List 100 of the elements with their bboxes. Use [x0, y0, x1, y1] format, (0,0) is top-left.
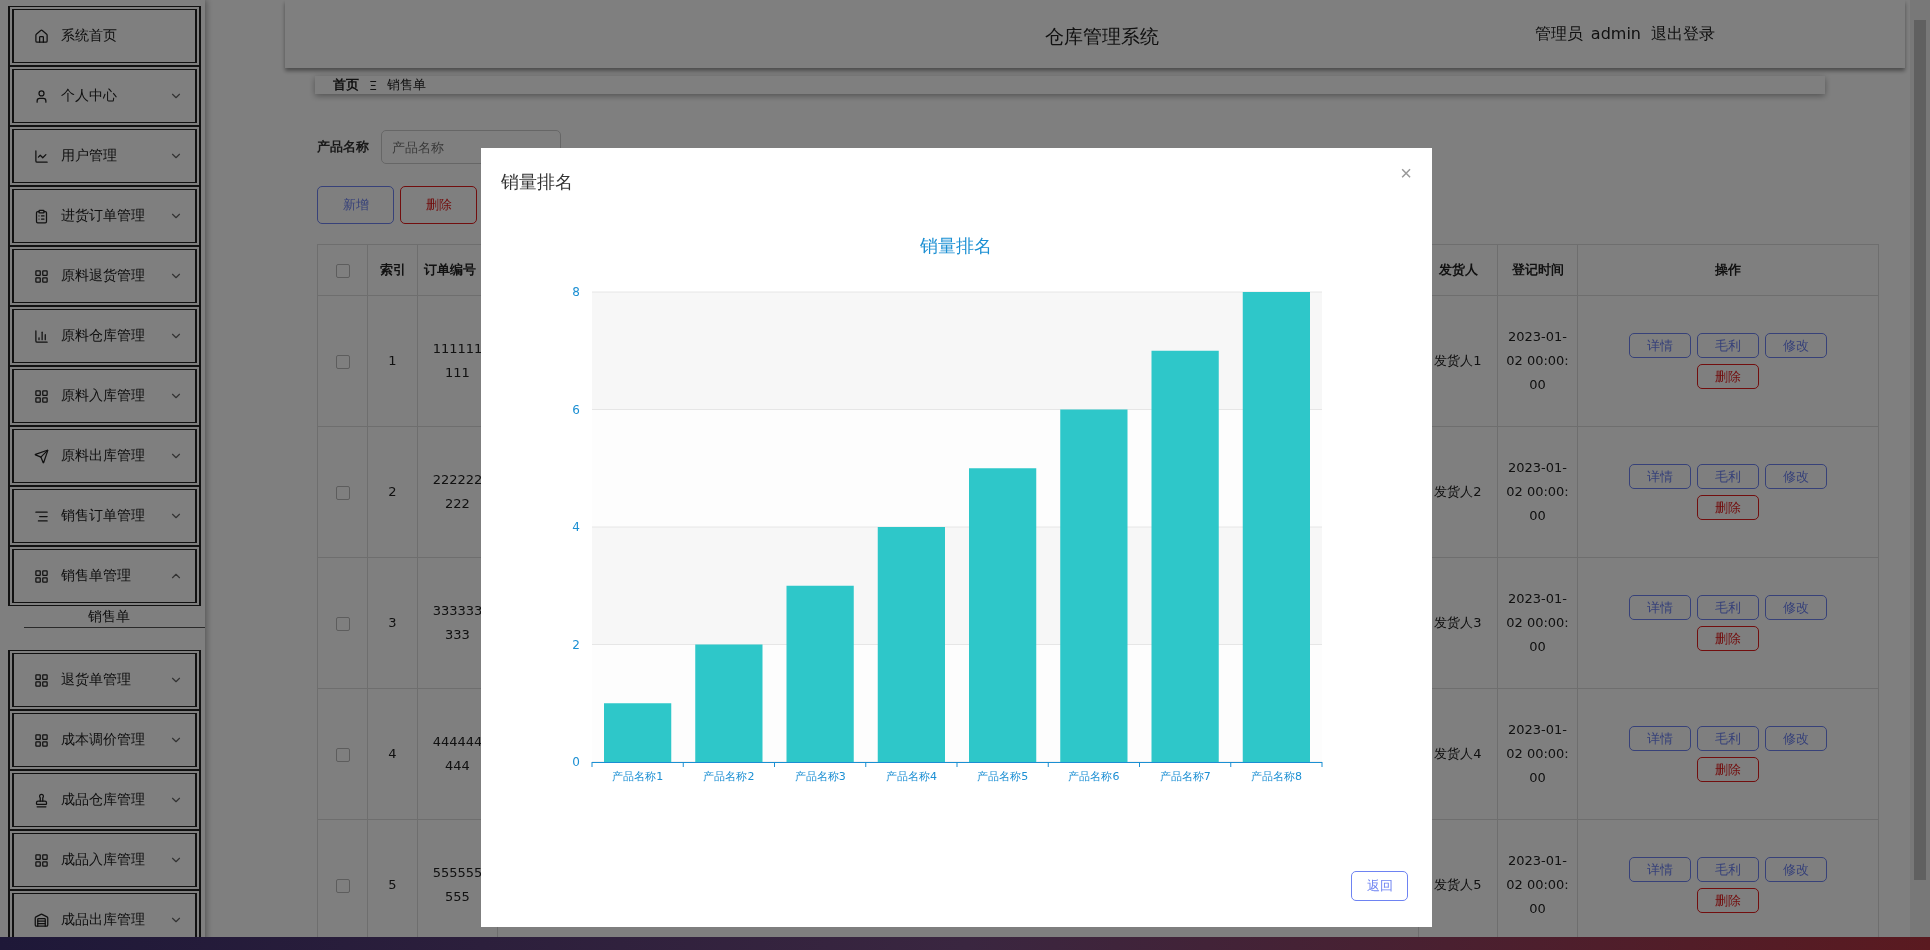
scrollbar[interactable]	[1910, 0, 1930, 937]
x-tick-label: 产品名称8	[1250, 770, 1302, 783]
stamp-icon	[34, 792, 49, 808]
checkbox[interactable]	[335, 263, 350, 278]
bar	[604, 703, 672, 762]
modal-title: 销量排名	[501, 170, 573, 194]
grid-icon	[34, 732, 49, 748]
user-icon	[34, 88, 49, 104]
action-button[interactable]: 详情	[1629, 333, 1691, 358]
action-button[interactable]: 毛利	[1697, 857, 1759, 882]
sidebar-item[interactable]: 退货单管理	[8, 650, 201, 710]
table-cell-text: 333333 333	[431, 602, 484, 644]
sidebar-item[interactable]: 销售单管理	[8, 546, 201, 606]
grid-icon	[34, 852, 49, 868]
table-cell: 2023-01-02 00:00:00	[1497, 295, 1578, 427]
action-button[interactable]: 修改	[1765, 857, 1827, 882]
sidebar-item[interactable]: 个人中心	[8, 66, 201, 126]
column-header: 操作	[1577, 244, 1879, 296]
table-cell: 4	[367, 688, 418, 820]
action-button[interactable]: 详情	[1629, 464, 1691, 489]
table-cell: 3	[367, 557, 418, 689]
breadcrumb-current: 销售单	[387, 76, 427, 94]
action-button[interactable]: 修改	[1765, 726, 1827, 751]
action-button[interactable]: 修改	[1765, 595, 1827, 620]
action-button[interactable]: 毛利	[1697, 333, 1759, 358]
sidebar-item[interactable]: 成品入库管理	[8, 830, 201, 890]
grid-icon	[34, 672, 49, 688]
action-button[interactable]: 详情	[1629, 726, 1691, 751]
action-button[interactable]: 毛利	[1697, 464, 1759, 489]
checkbox[interactable]	[335, 485, 350, 500]
sidebar-item[interactable]: 原料退货管理	[8, 246, 201, 306]
checkbox[interactable]	[335, 616, 350, 631]
sidebar-item[interactable]: 成本调价管理	[8, 710, 201, 770]
delete-button[interactable]: 删除	[1697, 757, 1759, 782]
breadcrumb-separator: Ξ	[369, 77, 378, 93]
logout-link[interactable]: 退出登录	[1651, 23, 1715, 45]
bar-chart-icon	[34, 328, 49, 344]
action-button[interactable]: 详情	[1629, 595, 1691, 620]
paper-plane-icon	[34, 448, 49, 464]
action-button[interactable]: 详情	[1629, 857, 1691, 882]
y-tick-label: 2	[572, 637, 580, 652]
table-cell-text: 222222 222	[431, 471, 484, 513]
sidebar-item[interactable]: 原料入库管理	[8, 366, 201, 426]
y-tick-label: 0	[572, 755, 580, 769]
checkbox[interactable]	[335, 878, 350, 893]
table-cell-text: 111111 111	[431, 340, 484, 382]
delete-button[interactable]: 删除	[1697, 364, 1759, 389]
sidebar-item[interactable]: 销售订单管理	[8, 486, 201, 546]
y-tick-label: 4	[572, 520, 580, 534]
action-button[interactable]: 修改	[1765, 333, 1827, 358]
table-cell-text: 555555 555	[431, 864, 484, 906]
column-header: 登记时间	[1497, 244, 1578, 296]
x-tick-label: 产品名称5	[977, 770, 1029, 783]
grid-icon	[34, 268, 49, 284]
sidebar-item[interactable]: 成品仓库管理	[8, 770, 201, 830]
delete-button[interactable]: 删除	[400, 186, 477, 224]
checkbox[interactable]	[335, 747, 350, 762]
x-tick-label: 产品名称4	[885, 770, 937, 783]
sidebar-item[interactable]: 原料仓库管理	[8, 306, 201, 366]
x-tick-label: 产品名称3	[794, 770, 846, 783]
scrollbar-thumb[interactable]	[1914, 20, 1926, 880]
delete-button[interactable]: 删除	[1697, 626, 1759, 651]
add-button[interactable]: 新增	[317, 186, 394, 224]
x-tick-label: 产品名称6	[1068, 770, 1120, 783]
clipboard-icon	[34, 208, 49, 224]
back-button[interactable]: 返回	[1351, 871, 1408, 901]
sidebar-item[interactable]: 系统首页	[8, 6, 201, 66]
y-tick-label: 8	[572, 285, 580, 299]
sidebar-item[interactable]: 进货订单管理	[8, 186, 201, 246]
action-button[interactable]: 毛利	[1697, 595, 1759, 620]
chart-title: 销量排名	[920, 235, 992, 256]
grid-icon	[34, 568, 49, 584]
table-cell: 2023-01-02 00:00:00	[1497, 557, 1578, 689]
table-cell: 2023-01-02 00:00:00	[1497, 426, 1578, 558]
table-cell: 2023-01-02 00:00:00	[1497, 688, 1578, 820]
x-tick-label: 产品名称7	[1159, 770, 1211, 783]
warehouse-icon	[34, 912, 49, 928]
delete-button[interactable]: 删除	[1697, 888, 1759, 913]
line-chart-icon	[34, 148, 49, 164]
search-label: 产品名称	[317, 138, 369, 156]
breadcrumb-home[interactable]: 首页	[333, 76, 359, 94]
action-button[interactable]: 修改	[1765, 464, 1827, 489]
table-cell-text: 444444 444	[431, 733, 484, 775]
user-role: 管理员	[1534, 23, 1583, 45]
column-header: 索引	[367, 244, 418, 296]
checkbox[interactable]	[335, 354, 350, 369]
sidebar-subitem[interactable]: 销售单	[24, 606, 205, 628]
sidebar-item[interactable]: 原料出库管理	[8, 426, 201, 486]
grid-icon	[34, 388, 49, 404]
sidebar-item[interactable]: 用户管理	[8, 126, 201, 186]
x-tick-label: 产品名称1	[612, 770, 664, 783]
table-cell: 1	[367, 295, 418, 427]
x-tick-label: 产品名称2	[703, 770, 755, 783]
delete-button[interactable]: 删除	[1697, 495, 1759, 520]
action-button[interactable]: 毛利	[1697, 726, 1759, 751]
user-name: admin	[1590, 23, 1641, 45]
table-cell: 2	[367, 426, 418, 558]
list-icon	[34, 508, 49, 524]
y-tick-label: 6	[572, 402, 580, 417]
close-button[interactable]: ×	[1400, 161, 1412, 185]
